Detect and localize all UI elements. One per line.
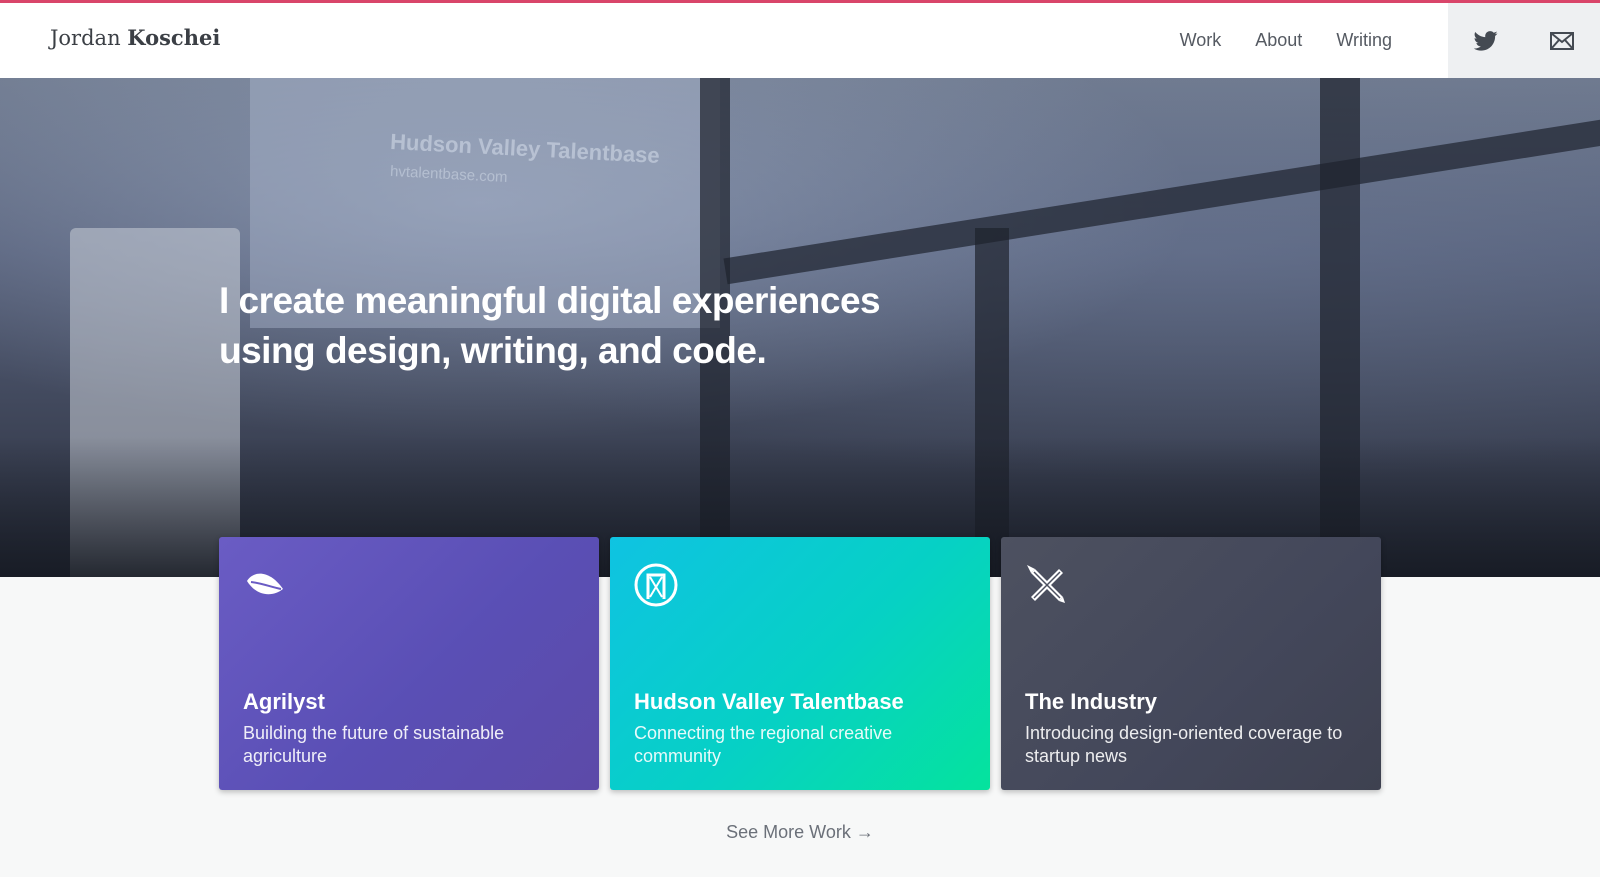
hero-ceiling-beam	[723, 117, 1600, 285]
card-title: Agrilyst	[243, 689, 325, 714]
card-title: The Industry	[1025, 689, 1158, 714]
card-description: Introducing design-oriented coverage to …	[1025, 723, 1343, 766]
main-nav: Work About Writing	[1180, 3, 1392, 78]
brand-first-name: Jordan	[50, 26, 121, 50]
work-card-hudson-valley-talentbase[interactable]: Hudson Valley Talentbase Connecting the …	[610, 537, 990, 790]
crossed-pencils-icon	[1027, 565, 1065, 603]
brand-logo[interactable]: Jordan Koschei	[50, 25, 220, 50]
card-title: Hudson Valley Talentbase	[634, 689, 904, 714]
twitter-button[interactable]	[1448, 3, 1524, 78]
social-links	[1448, 3, 1600, 78]
card-description: Building the future of sustainable agric…	[243, 723, 505, 766]
nav-about[interactable]: About	[1255, 30, 1302, 51]
card-description: Connecting the regional creative communi…	[634, 723, 893, 766]
brand-last-name: Koschei	[127, 25, 221, 50]
nav-writing[interactable]: Writing	[1336, 30, 1392, 51]
site-header: Jordan Koschei Work About Writing	[0, 3, 1600, 78]
leaf-icon	[247, 573, 283, 595]
see-more-work-link[interactable]: See More Work →	[0, 822, 1600, 843]
email-button[interactable]	[1524, 3, 1600, 78]
work-cards: Agrilyst Building the future of sustaina…	[219, 537, 1381, 790]
nav-work[interactable]: Work	[1180, 30, 1222, 51]
twitter-icon	[1474, 30, 1498, 51]
hero-headline: I create meaningful digital experiences …	[219, 280, 881, 371]
work-card-the-industry[interactable]: The Industry Introducing design-oriented…	[1001, 537, 1381, 790]
door-badge-icon	[634, 563, 678, 607]
envelope-icon	[1550, 31, 1574, 50]
work-card-agrilyst[interactable]: Agrilyst Building the future of sustaina…	[219, 537, 599, 790]
